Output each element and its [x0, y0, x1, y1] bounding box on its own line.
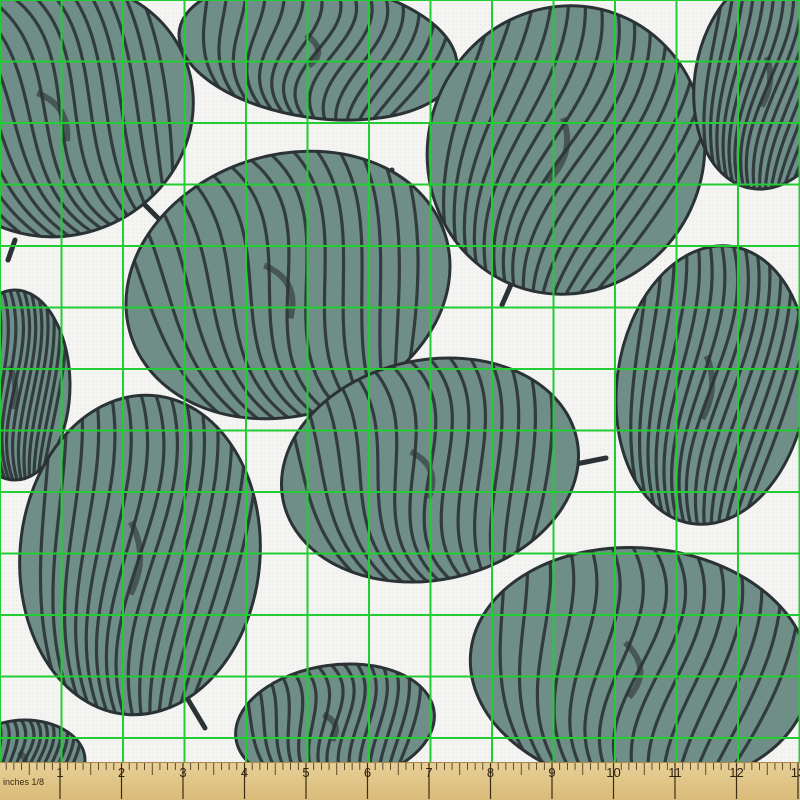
ruler-number: 9 [548, 765, 556, 780]
fabric-swatch: inches 1/8 12345678910111213 [0, 0, 800, 800]
ruler-number: 1 [56, 765, 64, 780]
ruler-unit-label: inches 1/8 [3, 777, 45, 787]
ruler-number: 2 [117, 765, 126, 780]
ruler-number: 8 [486, 765, 495, 780]
ruler-number: 5 [302, 765, 310, 780]
measuring-ruler: inches 1/8 12345678910111213 [0, 762, 800, 800]
ruler-number: 3 [179, 765, 187, 780]
ruler-number: 4 [240, 765, 249, 780]
leaf-pattern-image [0, 0, 800, 800]
ruler-number: 12 [729, 765, 744, 780]
ruler-number: 7 [425, 765, 433, 780]
ruler-number: 10 [606, 765, 621, 780]
ruler-number: 11 [668, 765, 682, 780]
ruler-number: 6 [363, 765, 372, 780]
ruler-number: 13 [790, 765, 800, 780]
